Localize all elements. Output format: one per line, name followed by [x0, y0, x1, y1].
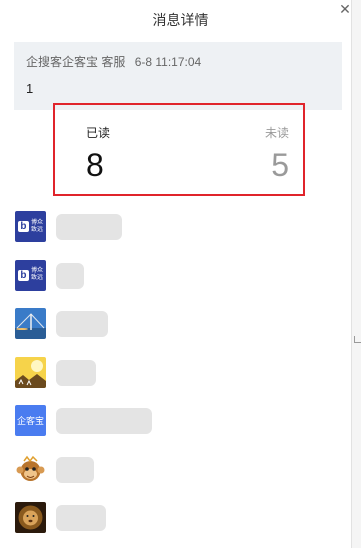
message-preview: 企搜客企客宝 客服 6-8 11:17:04 1: [14, 42, 342, 110]
avatar: 企客宝: [15, 405, 46, 436]
avatar: b 博众 致远: [15, 259, 46, 291]
unread-stat[interactable]: 未读 5: [229, 124, 289, 183]
read-count: 8: [86, 147, 104, 183]
dialog-title: 消息详情: [152, 12, 209, 28]
avatar: [15, 308, 46, 339]
unread-label: 未读: [264, 126, 289, 140]
lion-photo-icon: [15, 502, 46, 533]
list-item[interactable]: [14, 307, 344, 356]
avatar: b 博众 致远: [15, 211, 46, 242]
qikebao-logo-icon: 企客宝: [15, 405, 46, 436]
message-meta: 企搜客企客宝 客服 6-8 11:17:04: [26, 53, 330, 70]
sunshine-photo-icon: [15, 356, 46, 388]
list-item[interactable]: [14, 356, 344, 405]
list-item[interactable]: b 博众 致远: [14, 210, 344, 259]
name-blurred: [56, 505, 106, 531]
avatar: [15, 453, 46, 485]
read-label: 已读: [86, 126, 111, 140]
unread-count: 5: [271, 147, 289, 183]
resize-grip-icon: [354, 336, 361, 343]
message-sender: 企搜客企客宝 客服: [26, 55, 126, 69]
list-item[interactable]: b 博众 致远: [14, 259, 344, 308]
avatar: [15, 502, 46, 533]
list-item[interactable]: [14, 453, 344, 502]
name-blurred: [56, 262, 84, 289]
name-blurred: [56, 456, 94, 483]
bridge-photo-icon: [15, 308, 46, 339]
avatar: [15, 356, 46, 388]
read-stat[interactable]: 已读 8: [86, 124, 146, 183]
bozhong-logo-icon: b 博众 致远: [15, 259, 46, 291]
name-blurred: [56, 359, 96, 386]
message-time: 6-8 11:17:04: [134, 55, 202, 69]
bozhong-logo-icon: b 博众 致远: [15, 211, 46, 242]
monkey-cartoon-icon: [15, 453, 46, 485]
read-stats-panel: 已读 8 未读 5: [53, 103, 305, 196]
list-item[interactable]: 企客宝: [14, 404, 344, 453]
name-blurred: [56, 214, 122, 240]
list-item[interactable]: [14, 501, 344, 550]
name-blurred: [56, 311, 108, 337]
reader-list: b 博众 致远 b 博众 致远 企客宝: [14, 210, 344, 550]
window-resize-edge[interactable]: [351, 0, 361, 548]
message-content: 1: [26, 81, 34, 96]
name-blurred: [56, 408, 152, 434]
close-icon[interactable]: ✕: [337, 1, 353, 17]
